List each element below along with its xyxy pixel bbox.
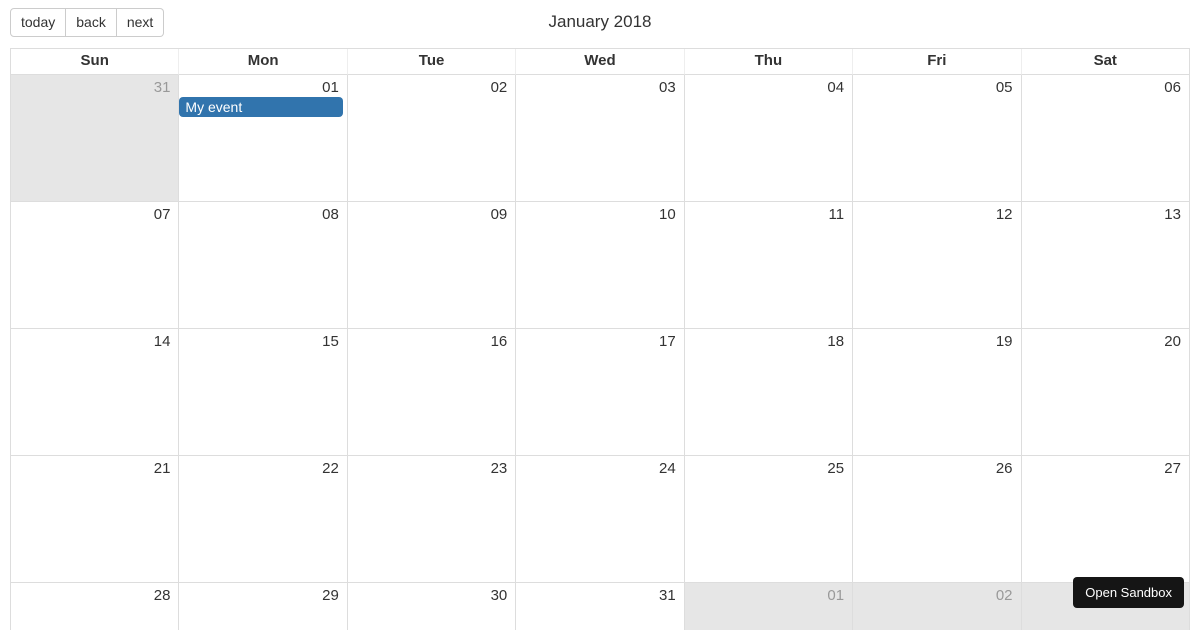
day-number: 30 (491, 587, 508, 604)
day-cell[interactable]: 13 (1022, 202, 1189, 328)
week-row: 21 22 23 24 25 26 27 (11, 456, 1189, 583)
nav-button-group: today back next (10, 8, 164, 37)
day-number: 04 (827, 79, 844, 96)
day-number: 25 (827, 460, 844, 477)
day-cell[interactable]: 22 (179, 456, 347, 582)
day-header: Mon (179, 49, 347, 75)
day-header: Sun (11, 49, 179, 75)
calendar-grid: Sun Mon Tue Wed Thu Fri Sat 3101My event… (10, 48, 1190, 630)
day-cell[interactable]: 09 (348, 202, 516, 328)
week-row: 31 01My event 02 03 04 05 06 (11, 75, 1189, 202)
day-header: Wed (516, 49, 684, 75)
day-number: 20 (1164, 333, 1181, 350)
today-button[interactable]: today (10, 8, 66, 37)
day-cell[interactable]: 31 (11, 75, 179, 201)
day-cell[interactable]: 02 (348, 75, 516, 201)
day-cell[interactable]: 06 (1022, 75, 1189, 201)
day-cell[interactable]: 27 (1022, 456, 1189, 582)
day-cell[interactable]: 07 (11, 202, 179, 328)
day-cell[interactable]: 03 (516, 75, 684, 201)
week-row: 14 15 16 17 18 19 20 (11, 329, 1189, 456)
calendar-toolbar: today back next January 2018 (10, 8, 1190, 42)
day-cell[interactable]: 25 (685, 456, 853, 582)
day-cell[interactable]: 23 (348, 456, 516, 582)
day-cell[interactable]: 04 (685, 75, 853, 201)
day-number: 17 (659, 333, 676, 350)
day-number: 03 (659, 79, 676, 96)
day-number: 29 (322, 587, 339, 604)
day-cell[interactable]: 20 (1022, 329, 1189, 455)
day-cell[interactable]: 21 (11, 456, 179, 582)
day-number: 16 (491, 333, 508, 350)
week-row: 28293031010203 (11, 583, 1189, 630)
day-cell[interactable]: 31 (516, 583, 684, 630)
day-number: 31 (659, 587, 676, 604)
day-header: Fri (853, 49, 1021, 75)
day-number: 11 (829, 206, 845, 223)
day-cell[interactable]: 12 (853, 202, 1021, 328)
day-cell[interactable]: 15 (179, 329, 347, 455)
day-number: 09 (491, 206, 508, 223)
day-number: 22 (322, 460, 339, 477)
day-cell[interactable]: 02 (853, 583, 1021, 630)
day-cell[interactable]: 14 (11, 329, 179, 455)
day-cell[interactable]: 29 (179, 583, 347, 630)
day-number: 28 (154, 587, 171, 604)
day-cell[interactable]: 11 (685, 202, 853, 328)
day-number: 15 (322, 333, 339, 350)
day-cell[interactable]: 18 (685, 329, 853, 455)
day-cell[interactable]: 26 (853, 456, 1021, 582)
day-number: 18 (827, 333, 844, 350)
day-header: Sat (1022, 49, 1189, 75)
day-number: 05 (996, 79, 1013, 96)
calendar-title: January 2018 (10, 12, 1190, 32)
day-header: Tue (348, 49, 516, 75)
day-cell[interactable]: 17 (516, 329, 684, 455)
next-button[interactable]: next (117, 8, 164, 37)
day-number: 13 (1164, 206, 1181, 223)
day-number: 08 (322, 206, 339, 223)
day-number: 02 (996, 587, 1013, 604)
week-row: 07 08 09 10 11 12 13 (11, 202, 1189, 329)
day-cell[interactable]: 05 (853, 75, 1021, 201)
day-cell[interactable]: 01 (685, 583, 853, 630)
day-number: 07 (154, 206, 171, 223)
day-cell[interactable]: 08 (179, 202, 347, 328)
day-cell[interactable]: 16 (348, 329, 516, 455)
day-cell[interactable]: 30 (348, 583, 516, 630)
day-number: 21 (154, 460, 171, 477)
day-number: 24 (659, 460, 676, 477)
day-header: Thu (685, 49, 853, 75)
day-number: 19 (996, 333, 1013, 350)
day-cell[interactable]: 24 (516, 456, 684, 582)
day-cell[interactable]: 19 (853, 329, 1021, 455)
day-number: 01 (322, 79, 339, 96)
day-number: 12 (996, 206, 1013, 223)
back-button[interactable]: back (66, 8, 117, 37)
day-number: 01 (827, 587, 844, 604)
calendar-event[interactable]: My event (179, 97, 342, 117)
day-number: 14 (154, 333, 171, 350)
day-number: 23 (491, 460, 508, 477)
day-number: 27 (1164, 460, 1181, 477)
day-number: 26 (996, 460, 1013, 477)
day-header-row: Sun Mon Tue Wed Thu Fri Sat (11, 49, 1189, 75)
day-number: 02 (491, 79, 508, 96)
day-cell[interactable]: 01My event (179, 75, 347, 201)
day-number: 06 (1164, 79, 1181, 96)
day-number: 31 (154, 79, 171, 96)
day-number: 10 (659, 206, 676, 223)
day-cell[interactable]: 10 (516, 202, 684, 328)
open-sandbox-button[interactable]: Open Sandbox (1073, 577, 1184, 608)
day-cell[interactable]: 28 (11, 583, 179, 630)
